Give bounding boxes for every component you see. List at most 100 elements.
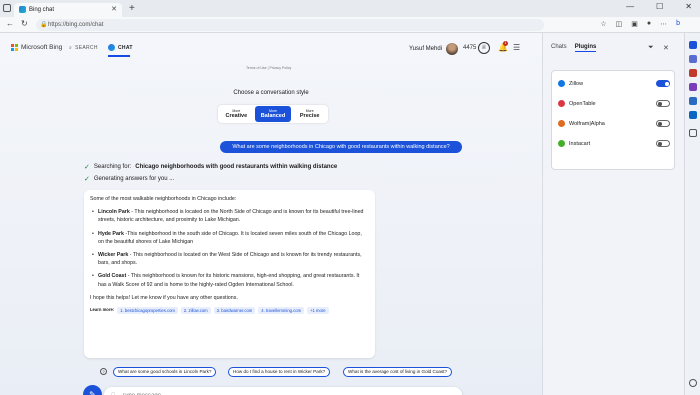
- message-input-box: ◌: [104, 387, 462, 395]
- checkmark-icon: ✓: [84, 176, 90, 183]
- chat-bubble-icon: ◌: [111, 391, 116, 395]
- bing-favicon-icon: [19, 6, 26, 13]
- plugin-name: Instacart: [569, 140, 591, 147]
- neighborhood-description: - This neighborhood is located on the No…: [98, 209, 364, 224]
- bing-sidebar-icon[interactable]: b: [676, 20, 680, 28]
- style-label: Creative: [225, 113, 248, 119]
- plugin-toggle[interactable]: [656, 100, 670, 107]
- nav-search[interactable]: ⌕ SEARCH: [69, 45, 98, 51]
- sidebar-panel: Chats Plugins ⏷ ✕ Zillow OpenTable Wolfr…: [542, 33, 684, 395]
- add-icon[interactable]: [689, 129, 697, 137]
- style-precise-button[interactable]: More Precise: [291, 105, 328, 123]
- suggestion-chip[interactable]: What are some good schools in Lincoln Pa…: [113, 367, 217, 377]
- neighborhood-name: Wicker Park: [98, 252, 129, 259]
- collections-icon[interactable]: ▣: [631, 20, 638, 28]
- user-profile[interactable]: Yusuf Mehdi: [409, 43, 459, 55]
- favorites-icon[interactable]: ☆: [600, 20, 606, 28]
- plugin-name: OpenTable: [569, 100, 596, 107]
- plugin-toggle[interactable]: [656, 80, 670, 87]
- opentable-icon: [558, 100, 565, 107]
- plugin-name: Zillow: [569, 80, 584, 87]
- more-sources-link[interactable]: +1 more: [307, 306, 329, 314]
- searching-prefix: Searching for:: [93, 164, 132, 170]
- zillow-icon: [558, 80, 565, 87]
- panel-close-icon[interactable]: ✕: [663, 44, 669, 52]
- suggestion-chip[interactable]: What is the average cost of living in Go…: [343, 367, 453, 377]
- rewards-medal-icon[interactable]: ♕: [478, 42, 490, 54]
- source-link[interactable]: 1. bestchicagoproperties.com: [117, 306, 178, 314]
- outlook-icon[interactable]: [689, 97, 697, 105]
- toolbar-icons: ☆ ◫ ▣ ● ⋯ b: [600, 20, 680, 28]
- suggestion-chip[interactable]: How do I find a house to rent in Wicker …: [228, 367, 331, 377]
- filter-icon[interactable]: ⏷: [648, 44, 654, 52]
- plugin-item-instacart[interactable]: Instacart: [558, 140, 670, 147]
- profile-icon[interactable]: [3, 4, 11, 12]
- terms-links[interactable]: Terms of Use | Privacy Policy: [246, 66, 291, 70]
- bing-chat-page: Microsoft Bing ⌕ SEARCH CHAT Yusuf Mehdi…: [0, 33, 542, 395]
- tab-chats[interactable]: Chats: [551, 44, 567, 52]
- source-link[interactable]: 3. bairdwarner.com: [213, 306, 256, 314]
- notification-badge: 1: [503, 41, 508, 46]
- plugin-item-zillow[interactable]: Zillow: [558, 80, 670, 87]
- bing-icon[interactable]: [689, 41, 697, 49]
- back-icon[interactable]: ←: [6, 19, 14, 28]
- tab-bar: Bing chat ✕ + — ☐ ✕: [0, 0, 700, 17]
- split-screen-icon[interactable]: ◫: [616, 20, 623, 28]
- nav-chat[interactable]: CHAT: [108, 44, 133, 57]
- plugin-toggle[interactable]: [656, 140, 670, 147]
- lock-icon: 🔒: [40, 22, 48, 28]
- suggestions-help-icon[interactable]: ?: [100, 368, 107, 375]
- office-icon[interactable]: [689, 83, 697, 91]
- neighborhood-description: - This neighborhood is located on the We…: [98, 252, 362, 267]
- edge-sidebar: [684, 33, 700, 395]
- style-balanced-button[interactable]: More Balanced: [254, 106, 292, 122]
- microsoft-logo-icon: [11, 44, 18, 51]
- panel-tabs: Chats Plugins: [551, 44, 597, 52]
- neighborhood-name: Hyde Park: [98, 230, 124, 237]
- maximize-icon[interactable]: ☐: [656, 2, 663, 11]
- brand-text: Microsoft Bing: [21, 44, 63, 51]
- close-tab-icon[interactable]: ✕: [111, 5, 117, 13]
- user-message-bubble: What are some neighborhoods in Chicago w…: [220, 141, 462, 153]
- rewards-points[interactable]: 4475: [463, 45, 476, 51]
- profile-avatar-icon[interactable]: ●: [647, 20, 651, 28]
- message-input[interactable]: [122, 390, 442, 395]
- microsoft-bing-logo[interactable]: Microsoft Bing: [11, 44, 62, 51]
- tab-plugins[interactable]: Plugins: [574, 44, 597, 52]
- new-topic-button[interactable]: ✎: [83, 385, 102, 395]
- more-icon[interactable]: ⋯: [660, 20, 667, 28]
- menu-icon[interactable]: ☰: [513, 43, 520, 52]
- browser-tab[interactable]: Bing chat ✕: [14, 3, 122, 17]
- generating-status: ✓ Generating answers for you ...: [84, 175, 174, 183]
- plugin-item-wolfram[interactable]: Wolfram|Alpha: [558, 120, 670, 127]
- style-label: Balanced: [260, 113, 286, 119]
- close-window-icon[interactable]: ✕: [685, 2, 692, 11]
- plugin-item-opentable[interactable]: OpenTable: [558, 100, 670, 107]
- games-icon[interactable]: [689, 69, 697, 77]
- minimize-icon[interactable]: —: [626, 2, 634, 11]
- generating-text: Generating answers for you ...: [93, 176, 175, 182]
- list-item: Wicker Park - This neighborhood is locat…: [90, 251, 369, 267]
- searching-query: Chicago neighborhoods with good restaura…: [135, 164, 338, 170]
- plugin-toggle[interactable]: [656, 120, 670, 127]
- source-link[interactable]: 4. travellemming.com: [258, 306, 305, 314]
- learn-more-label: Learn more:: [90, 307, 115, 313]
- linkedin-icon[interactable]: [689, 111, 697, 119]
- new-tab-button[interactable]: +: [129, 3, 135, 14]
- source-link[interactable]: 2. zillow.com: [180, 306, 211, 314]
- checkmark-icon: ✓: [84, 164, 90, 171]
- conversation-style-heading: Choose a conversation style: [233, 90, 309, 96]
- settings-gear-icon[interactable]: [689, 379, 697, 387]
- refresh-icon[interactable]: ↻: [21, 19, 28, 28]
- conversation-style-selector: More Creative More Balanced More Precise: [218, 105, 328, 123]
- bot-answer-card: Some of the most walkable neighborhoods …: [84, 190, 375, 358]
- address-bar[interactable]: 🔒 https://bing.com/chat: [36, 19, 544, 31]
- avatar: [446, 43, 459, 55]
- tools-icon[interactable]: [689, 55, 697, 63]
- neighborhood-description: -This neighborhood in the south side of …: [98, 230, 362, 245]
- neighborhood-description: - This neighborhood is known for its his…: [98, 273, 360, 288]
- answer-closing: I hope this helps! Let me know if you ha…: [90, 294, 238, 301]
- neighborhood-name: Gold Coast: [98, 273, 127, 280]
- style-creative-button[interactable]: More Creative: [218, 105, 255, 123]
- searching-status: ✓ Searching for: Chicago neighborhoods w…: [84, 163, 337, 171]
